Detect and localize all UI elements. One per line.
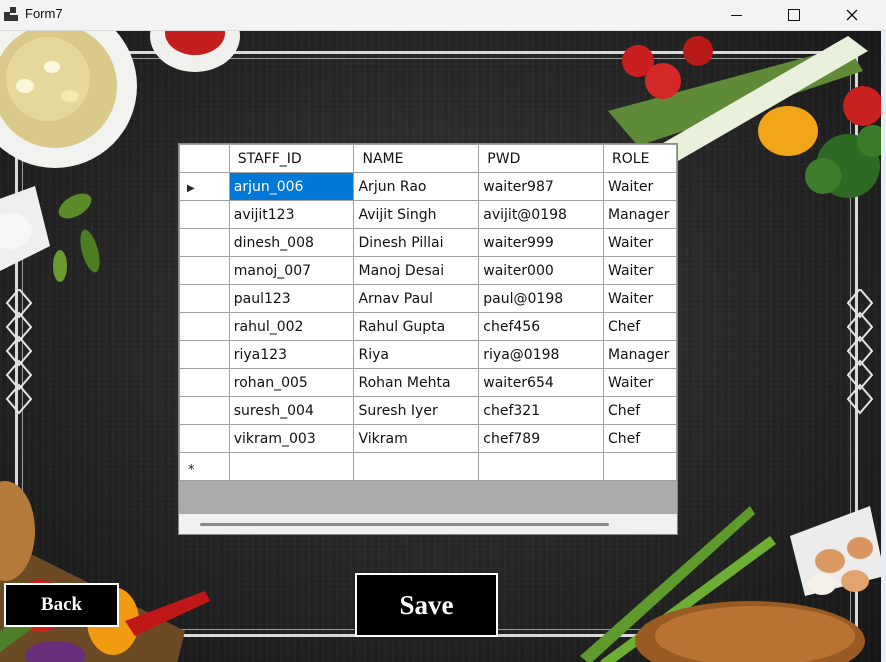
row-header[interactable]	[179, 228, 230, 257]
table-row[interactable]: dinesh_008 Dinesh Pillai waiter999 Waite…	[179, 228, 677, 257]
row-indicator-icon: ▶	[187, 182, 195, 194]
table-row[interactable]: rohan_005 Rohan Mehta waiter654 Waiter	[179, 368, 677, 397]
new-row[interactable]: *	[179, 452, 677, 481]
cell-role[interactable]: Chef	[603, 396, 677, 425]
row-header[interactable]: ▶	[179, 172, 230, 201]
maximize-button[interactable]	[771, 0, 817, 30]
table-row[interactable]: ▶ arjun_006 Arjun Rao waiter987 Waiter	[179, 172, 677, 201]
form-app-icon	[4, 7, 18, 21]
minimize-icon	[730, 14, 742, 16]
cell-staff-id[interactable]: rahul_002	[228, 312, 355, 341]
new-cell-staff-id[interactable]	[228, 452, 355, 481]
row-header[interactable]	[179, 200, 230, 229]
close-icon	[846, 9, 858, 21]
cell-role[interactable]: Waiter	[603, 368, 677, 397]
table-row[interactable]: manoj_007 Manoj Desai waiter000 Waiter	[179, 256, 677, 285]
cell-pwd[interactable]: riya@0198	[478, 340, 605, 369]
cell-staff-id[interactable]: riya123	[228, 340, 355, 369]
cell-pwd[interactable]: waiter654	[478, 368, 605, 397]
cell-staff-id[interactable]: manoj_007	[228, 256, 355, 285]
new-cell-role[interactable]	[603, 452, 677, 481]
right-ornament	[846, 289, 874, 415]
row-header[interactable]	[179, 396, 230, 425]
cell-pwd[interactable]: waiter987	[478, 172, 605, 201]
cell-role[interactable]: Waiter	[603, 228, 677, 257]
table-row[interactable]: paul123 Arnav Paul paul@0198 Waiter	[179, 284, 677, 313]
cell-role[interactable]: Waiter	[603, 172, 677, 201]
column-header-staff-id[interactable]: STAFF_ID	[228, 144, 355, 173]
dip-bowl-image	[0, 186, 100, 282]
scrollbar-thumb[interactable]	[200, 523, 609, 526]
row-header-corner	[179, 144, 230, 173]
sauce-bowl-image	[150, 31, 240, 72]
staff-table: STAFF_ID NAME PWD ROLE ▶ arjun_006 Arjun…	[179, 144, 677, 481]
cell-pwd[interactable]: chef789	[478, 424, 605, 453]
cell-name[interactable]: Rahul Gupta	[353, 312, 480, 341]
cell-name[interactable]: Riya	[353, 340, 480, 369]
cell-name[interactable]: Arjun Rao	[353, 172, 480, 201]
cell-role[interactable]: Waiter	[603, 256, 677, 285]
column-header-role[interactable]: ROLE	[603, 144, 677, 173]
soup-bowl-image	[0, 31, 137, 168]
cell-role[interactable]: Chef	[603, 424, 677, 453]
left-ornament	[5, 289, 33, 415]
cell-pwd[interactable]: paul@0198	[478, 284, 605, 313]
header-row: STAFF_ID NAME PWD ROLE	[179, 144, 677, 173]
cell-role[interactable]: Chef	[603, 312, 677, 341]
title-bar: Form7	[0, 0, 886, 31]
cell-pwd[interactable]: waiter999	[478, 228, 605, 257]
window-edge-strip	[881, 31, 886, 662]
cell-staff-id[interactable]: paul123	[228, 284, 355, 313]
cell-name[interactable]: Rohan Mehta	[353, 368, 480, 397]
cell-staff-id[interactable]: rohan_005	[228, 368, 355, 397]
cell-pwd[interactable]: waiter000	[478, 256, 605, 285]
cell-role[interactable]: Waiter	[603, 284, 677, 313]
table-row[interactable]: rahul_002 Rahul Gupta chef456 Chef	[179, 312, 677, 341]
back-button[interactable]: Back	[4, 583, 119, 627]
horizontal-scrollbar[interactable]	[179, 514, 677, 534]
cell-name[interactable]: Suresh Iyer	[353, 396, 480, 425]
row-header[interactable]	[179, 256, 230, 285]
table-row[interactable]: riya123 Riya riya@0198 Manager	[179, 340, 677, 369]
cell-staff-id[interactable]: dinesh_008	[228, 228, 355, 257]
cell-pwd[interactable]: avijit@0198	[478, 200, 605, 229]
table-row[interactable]: suresh_004 Suresh Iyer chef321 Chef	[179, 396, 677, 425]
cell-pwd[interactable]: chef456	[478, 312, 605, 341]
cell-staff-id[interactable]: suresh_004	[228, 396, 355, 425]
row-header[interactable]	[179, 424, 230, 453]
new-row-icon: *	[188, 462, 195, 478]
column-header-pwd[interactable]: PWD	[478, 144, 605, 173]
staff-data-grid[interactable]: STAFF_ID NAME PWD ROLE ▶ arjun_006 Arjun…	[178, 143, 678, 535]
cell-name[interactable]: Avijit Singh	[353, 200, 480, 229]
column-header-name[interactable]: NAME	[353, 144, 480, 173]
row-header[interactable]	[179, 284, 230, 313]
new-cell-pwd[interactable]	[478, 452, 605, 481]
cell-name[interactable]: Dinesh Pillai	[353, 228, 480, 257]
close-button[interactable]	[829, 0, 875, 30]
row-header[interactable]	[179, 340, 230, 369]
cell-role[interactable]: Manager	[603, 340, 677, 369]
cell-staff-id[interactable]: arjun_006	[228, 172, 355, 201]
minimize-button[interactable]	[713, 0, 759, 30]
cell-name[interactable]: Manoj Desai	[353, 256, 480, 285]
new-cell-name[interactable]	[353, 452, 480, 481]
cell-pwd[interactable]: chef321	[478, 396, 605, 425]
row-header[interactable]: *	[179, 452, 230, 481]
save-button[interactable]: Save	[355, 573, 498, 637]
cell-name[interactable]: Vikram	[353, 424, 480, 453]
cell-staff-id[interactable]: avijit123	[228, 200, 355, 229]
row-header[interactable]	[179, 312, 230, 341]
table-row[interactable]: vikram_003 Vikram chef789 Chef	[179, 424, 677, 453]
cell-staff-id[interactable]: vikram_003	[228, 424, 355, 453]
table-row[interactable]: avijit123 Avijit Singh avijit@0198 Manag…	[179, 200, 677, 229]
cell-role[interactable]: Manager	[603, 200, 677, 229]
row-header[interactable]	[179, 368, 230, 397]
window-title: Form7	[25, 6, 63, 21]
maximize-icon	[788, 9, 800, 21]
cell-name[interactable]: Arnav Paul	[353, 284, 480, 313]
